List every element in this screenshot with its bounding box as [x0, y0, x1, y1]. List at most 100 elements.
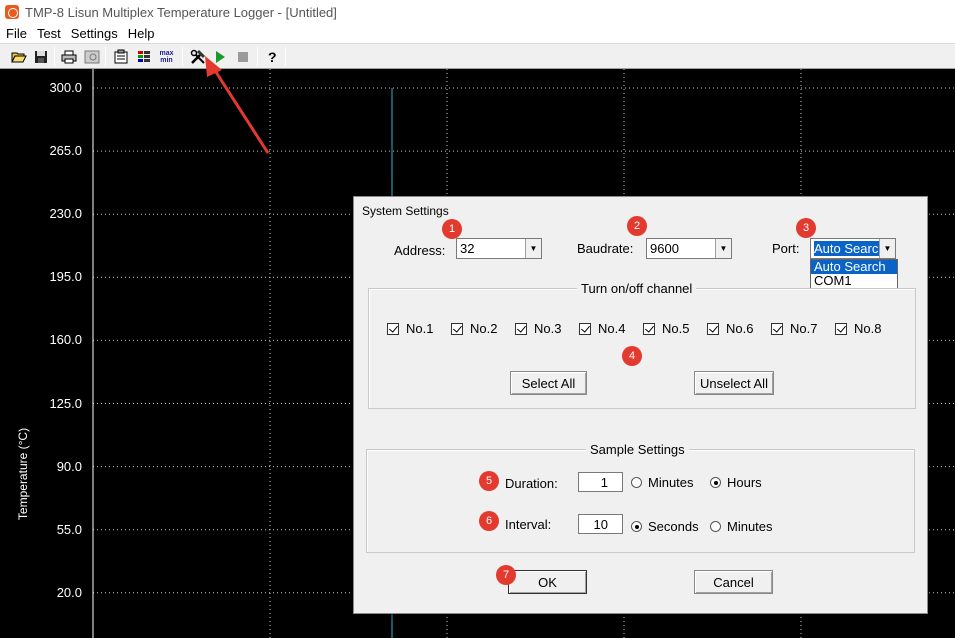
select-all-button[interactable]: Select All [510, 371, 587, 395]
interval-minutes-label: Minutes [727, 519, 773, 534]
max-min-icon[interactable]: max min [157, 47, 176, 66]
annotation-badge-6: 6 [479, 511, 499, 531]
y-tick-label: 160.0 [49, 332, 82, 348]
port-label: Port: [772, 241, 800, 256]
max-min-label: max min [159, 49, 174, 64]
address-combo[interactable]: 32 ▼ [456, 238, 542, 259]
interval-label: Interval: [505, 517, 552, 532]
channel-label: No.5 [662, 321, 690, 336]
checkbox-icon[interactable] [643, 322, 655, 335]
annotation-badge-3: 3 [796, 218, 816, 238]
open-folder-icon[interactable] [9, 47, 28, 66]
print-icon[interactable] [59, 47, 78, 66]
toolbar-separator [285, 47, 286, 66]
channel-label: No.7 [790, 321, 818, 336]
duration-input[interactable]: 1 [578, 472, 623, 492]
interval-seconds-radio[interactable]: Seconds [631, 519, 699, 534]
menu-file[interactable]: File [0, 26, 32, 41]
sample-group-title: Sample Settings [586, 442, 689, 457]
address-value: 32 [460, 241, 475, 256]
window-title: TMP-8 Lisun Multiplex Temperature Logger… [25, 4, 337, 20]
annotation-badge-2: 2 [627, 216, 647, 236]
channel-label: No.3 [534, 321, 562, 336]
checkbox-icon[interactable] [771, 322, 783, 335]
radio-on-icon [710, 477, 721, 488]
checkbox-icon[interactable] [835, 322, 847, 335]
y-tick-label: 55.0 [56, 521, 82, 537]
tools-icon[interactable] [188, 47, 207, 66]
port-value: Auto Search [814, 241, 886, 256]
checkbox-icon[interactable] [707, 322, 719, 335]
toolbar-separator [105, 47, 106, 66]
help-icon[interactable]: ? [262, 47, 281, 66]
chevron-down-icon[interactable]: ▼ [879, 239, 895, 258]
radio-on-icon [631, 521, 642, 532]
channel-checkbox-8[interactable]: No.8 [835, 321, 881, 336]
app-icon [5, 5, 19, 19]
svg-text:?: ? [268, 49, 277, 65]
y-tick-label: 195.0 [49, 269, 82, 285]
y-tick-label: 125.0 [49, 395, 82, 411]
channel-label: No.4 [598, 321, 626, 336]
port-option-auto-search[interactable]: Auto Search [811, 260, 897, 274]
channel-checkbox-5[interactable]: No.5 [643, 321, 689, 336]
channel-label: No.8 [854, 321, 882, 336]
toolbar-separator [182, 47, 183, 66]
baudrate-combo[interactable]: 9600 ▼ [646, 238, 732, 259]
duration-minutes-label: Minutes [648, 475, 694, 490]
properties-icon[interactable] [111, 47, 130, 66]
port-option-com1[interactable]: COM1 [811, 274, 897, 288]
interval-seconds-label: Seconds [648, 519, 699, 534]
duration-minutes-radio[interactable]: Minutes [631, 475, 694, 490]
address-label: Address: [394, 243, 446, 258]
title-bar: TMP-8 Lisun Multiplex Temperature Logger… [0, 0, 955, 24]
channel-checkbox-6[interactable]: No.6 [707, 321, 753, 336]
channel-group-title: Turn on/off channel [577, 281, 697, 296]
y-tick-label: 300.0 [49, 80, 82, 95]
annotation-badge-4: 4 [622, 346, 642, 366]
cancel-button[interactable]: Cancel [694, 570, 773, 594]
channel-checkbox-4[interactable]: No.4 [579, 321, 625, 336]
channel-checkbox-2[interactable]: No.2 [451, 321, 497, 336]
sample-group: Sample Settings [366, 442, 915, 553]
channel-list-icon[interactable] [134, 47, 153, 66]
annotation-badge-5: 5 [479, 471, 499, 491]
radio-off-icon [631, 477, 642, 488]
checkbox-icon[interactable] [451, 322, 463, 335]
play-icon[interactable] [210, 47, 229, 66]
checkbox-icon[interactable] [579, 322, 591, 335]
menu-test[interactable]: Test [32, 26, 66, 41]
unselect-all-button[interactable]: Unselect All [694, 371, 774, 395]
y-axis-title: Temperature (°C) [16, 427, 30, 521]
chevron-down-icon[interactable]: ▼ [525, 239, 541, 258]
channel-label: No.1 [406, 321, 434, 336]
channel-label: No.2 [470, 321, 498, 336]
print-preview-icon[interactable] [82, 47, 101, 66]
toolbar-separator [257, 47, 258, 66]
annotation-badge-1: 1 [442, 219, 462, 239]
channel-checkbox-3[interactable]: No.3 [515, 321, 561, 336]
save-icon[interactable] [31, 47, 50, 66]
ok-button[interactable]: OK [508, 570, 587, 594]
dialog-title: System Settings [362, 204, 449, 218]
menu-settings[interactable]: Settings [66, 26, 123, 41]
toolbar-separator [54, 47, 55, 66]
port-combo[interactable]: Auto Search ▼ [810, 238, 896, 259]
checkbox-icon[interactable] [387, 322, 399, 335]
menu-help[interactable]: Help [123, 26, 160, 41]
radio-off-icon [710, 521, 721, 532]
menu-bar: File Test Settings Help [0, 24, 955, 43]
y-tick-label: 230.0 [49, 206, 82, 222]
stop-icon[interactable] [233, 47, 252, 66]
checkbox-icon[interactable] [515, 322, 527, 335]
channel-group: Turn on/off channel No.1 No.2 No.3 No.4 No.5… [368, 281, 916, 409]
toolbar: max min ? [0, 43, 955, 69]
channel-checkbox-7[interactable]: No.7 [771, 321, 817, 336]
duration-hours-radio[interactable]: Hours [710, 475, 762, 490]
channel-checkbox-1[interactable]: No.1 [387, 321, 433, 336]
duration-hours-label: Hours [727, 475, 762, 490]
interval-input[interactable]: 10 [578, 514, 623, 534]
y-tick-label: 265.0 [49, 143, 82, 159]
chevron-down-icon[interactable]: ▼ [715, 239, 731, 258]
interval-minutes-radio[interactable]: Minutes [710, 519, 773, 534]
